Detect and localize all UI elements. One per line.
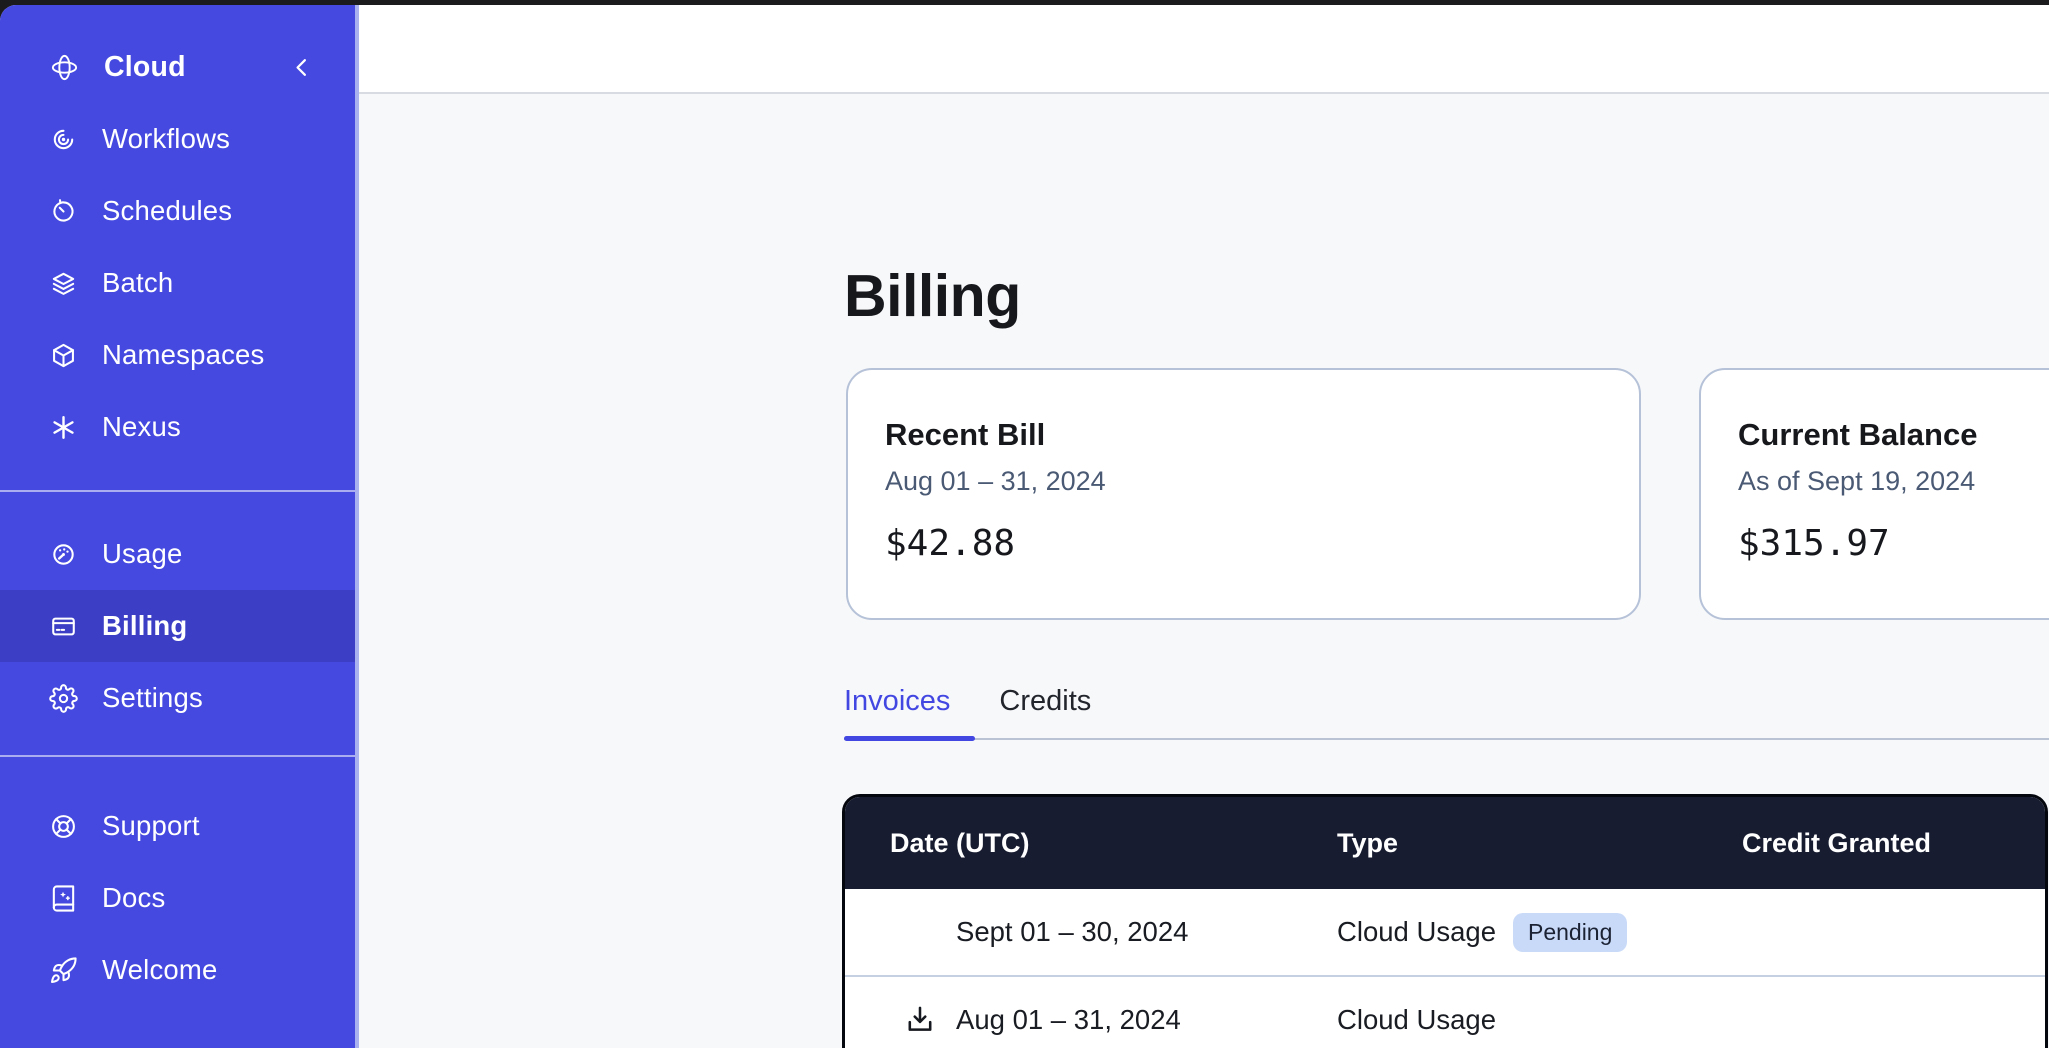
sidebar-item-batch[interactable]: Batch [0,247,355,319]
card-subtitle: Aug 01 – 31, 2024 [885,464,1619,498]
recent-bill-card: Recent Bill Aug 01 – 31, 2024 $42.88 [846,368,1641,620]
tab-invoices[interactable]: Invoices [844,684,950,736]
sidebar-item-label: Nexus [102,411,181,443]
sidebar-item-label: Usage [102,538,183,570]
book-sparkle-icon [49,884,78,913]
invoice-type: Cloud Usage [1337,1004,1496,1036]
invoice-date: Aug 01 – 31, 2024 [956,1004,1181,1035]
download-invoice-icon[interactable] [903,1003,937,1037]
top-header-bar [359,5,2049,94]
sidebar-brand-cloud[interactable]: Cloud [0,31,355,103]
card-title: Recent Bill [885,415,1619,455]
timer-icon [49,197,78,226]
sidebar-item-label: Docs [102,882,165,914]
gear-icon [49,684,78,713]
column-header-type: Type [1337,828,1742,859]
invoice-type: Cloud Usage [1337,916,1496,948]
sidebar-item-billing[interactable]: Billing [0,590,355,662]
table-row: Aug 01 – 31, 2024 Cloud Usage [845,975,2045,1048]
sidebar-item-docs[interactable]: Docs [0,862,355,934]
credit-card-icon [49,612,78,641]
sidebar-item-label: Batch [102,267,173,299]
lifebuoy-icon [49,812,78,841]
invoice-date: Sept 01 – 30, 2024 [845,916,1337,948]
page-title: Billing [844,262,1021,330]
cube-icon [49,341,78,370]
rocket-icon [49,956,78,985]
temporal-logo-icon [49,52,80,83]
active-tab-underline [844,736,975,741]
sidebar-item-welcome[interactable]: Welcome [0,934,355,1006]
sidebar-item-namespaces[interactable]: Namespaces [0,319,355,391]
tab-credits[interactable]: Credits [999,684,1091,736]
sidebar-divider [0,490,355,492]
sidebar-item-label: Support [102,810,200,842]
sidebar-item-label: Settings [102,682,203,714]
sidebar-item-schedules[interactable]: Schedules [0,175,355,247]
sidebar: Cloud Workflows Schedules Batch Namespac… [0,5,355,1048]
card-title: Current Balance [1738,415,2049,455]
sidebar-item-nexus[interactable]: Nexus [0,391,355,463]
layers-icon [49,269,78,298]
card-amount: $315.97 [1738,522,2049,566]
sidebar-item-workflows[interactable]: Workflows [0,103,355,175]
sidebar-divider [0,755,355,757]
sidebar-item-label: Namespaces [102,339,265,371]
gauge-icon [49,540,78,569]
card-amount: $42.88 [885,522,1619,566]
sidebar-item-usage[interactable]: Usage [0,518,355,590]
app-window: Cloud Workflows Schedules Batch Namespac… [0,5,2049,1048]
sidebar-item-settings[interactable]: Settings [0,662,355,734]
status-badge: Pending [1513,913,1627,952]
table-row: Sept 01 – 30, 2024 Cloud Usage Pending [845,889,2045,975]
tabs-rule [844,736,2049,741]
sidebar-item-label: Welcome [102,954,218,986]
current-balance-card: Current Balance As of Sept 19, 2024 $315… [1699,368,2049,620]
sidebar-collapse-chevron-left-icon[interactable] [288,54,315,81]
billing-content: Billing Recent Bill Aug 01 – 31, 2024 $4… [359,94,2049,1048]
sidebar-item-label: Workflows [102,123,230,155]
invoices-table-header: Date (UTC) Type Credit Granted [845,797,2045,889]
column-header-date: Date (UTC) [845,828,1337,859]
brand-label: Cloud [104,51,186,84]
billing-tabs: Invoices Credits [844,684,2049,741]
workflows-swirl-icon [49,125,78,154]
invoices-table: Date (UTC) Type Credit Granted Sept 01 –… [842,794,2048,1048]
main-area: Billing Recent Bill Aug 01 – 31, 2024 $4… [359,5,2049,1048]
asterisk-icon [49,413,78,442]
sidebar-item-label: Schedules [102,195,232,227]
sidebar-item-support[interactable]: Support [0,790,355,862]
card-subtitle: As of Sept 19, 2024 [1738,464,2049,498]
column-header-credit-granted: Credit Granted [1742,828,2045,859]
sidebar-item-label: Billing [102,610,187,642]
summary-cards: Recent Bill Aug 01 – 31, 2024 $42.88 Cur… [846,368,2049,620]
